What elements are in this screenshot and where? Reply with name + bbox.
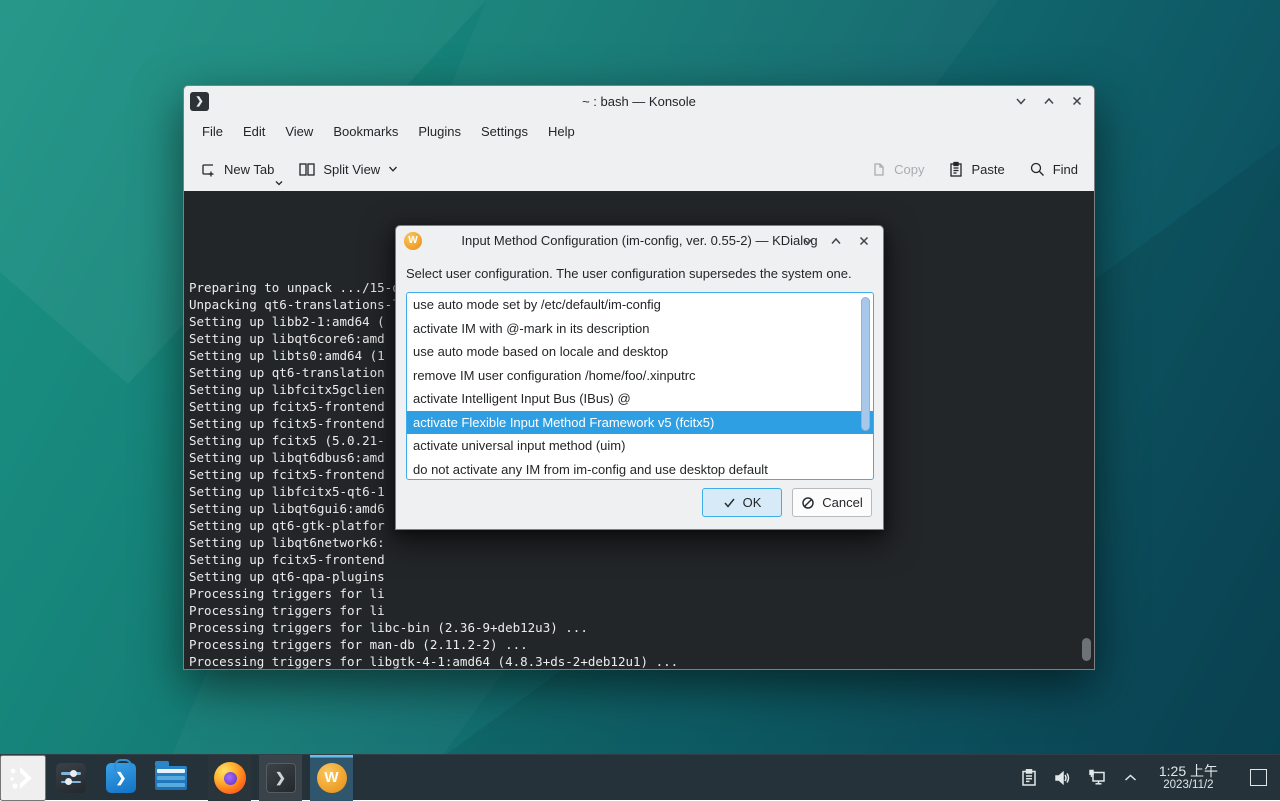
folder-icon <box>155 766 187 790</box>
search-icon <box>1029 161 1046 178</box>
menubar: FileEditViewBookmarksPluginsSettingsHelp <box>184 116 1094 147</box>
chevron-up-icon <box>1042 94 1056 108</box>
dialog-titlebar[interactable]: W Input Method Configuration (im-config,… <box>396 226 883 255</box>
display-icon <box>1087 768 1107 787</box>
cancel-button[interactable]: Cancel <box>792 488 872 517</box>
list-scrollbar[interactable] <box>861 297 870 431</box>
menu-item[interactable]: Help <box>538 119 585 144</box>
new-tab-label: New Tab <box>224 162 274 177</box>
menu-item[interactable]: Edit <box>233 119 275 144</box>
show-desktop-button[interactable] <box>1246 763 1270 793</box>
clipboard-icon <box>1020 768 1038 787</box>
chevron-down-icon <box>387 164 399 174</box>
split-view-icon <box>298 162 316 177</box>
task-im-config[interactable]: W <box>310 755 353 801</box>
expand-tray-button[interactable] <box>1117 763 1145 793</box>
firefox-icon <box>214 762 246 794</box>
clipboard-tray-button[interactable] <box>1015 763 1043 793</box>
system-settings-icon <box>56 763 86 793</box>
chevron-up-icon <box>829 234 843 248</box>
find-button[interactable]: Find <box>1025 155 1082 184</box>
terminal-line: Setting up qt6-qpa-plugins <box>189 568 1089 585</box>
cancel-label: Cancel <box>822 495 862 510</box>
terminal-line: Processing triggers for li <box>189 585 1089 602</box>
window-title: ~ : bash — Konsole <box>184 94 1094 109</box>
list-item[interactable]: activate IM with @-mark in its descripti… <box>407 317 873 341</box>
volume-icon <box>1053 769 1072 787</box>
ok-button[interactable]: OK <box>702 488 782 517</box>
dialog-minimize-button[interactable] <box>797 230 819 252</box>
cancel-icon <box>801 496 815 510</box>
volume-tray-button[interactable] <box>1049 763 1077 793</box>
toolbar: New Tab Split View Copy Paste Find <box>184 147 1094 191</box>
discover-icon: ❯ <box>106 763 136 793</box>
terminal-line: Setting up fcitx5-frontend <box>189 551 1089 568</box>
split-view-button[interactable]: Split View <box>294 156 403 183</box>
check-icon <box>723 496 736 509</box>
find-label: Find <box>1053 162 1078 177</box>
terminal-line: Processing triggers for li <box>189 602 1089 619</box>
chevron-down-icon <box>801 234 815 248</box>
task-konsole[interactable]: ❯ <box>259 755 302 801</box>
chevron-down-icon <box>274 179 284 187</box>
menu-item[interactable]: Bookmarks <box>323 119 408 144</box>
discover-launcher[interactable]: ❯ <box>96 755 146 801</box>
list-item[interactable]: use auto mode set by /etc/default/im-con… <box>407 293 873 317</box>
terminal-scrollbar[interactable] <box>1082 638 1091 661</box>
konsole-icon: ❯ <box>190 92 209 111</box>
paste-label: Paste <box>971 162 1004 177</box>
close-button[interactable] <box>1066 90 1088 112</box>
terminal-line: Setting up libqt6network6: <box>189 534 1089 551</box>
paste-button[interactable]: Paste <box>944 155 1008 184</box>
app-launcher-icon <box>8 765 38 791</box>
split-view-label: Split View <box>323 162 380 177</box>
list-item[interactable]: do not activate any IM from im-config an… <box>407 458 873 481</box>
list-item[interactable]: use auto mode based on locale and deskto… <box>407 340 873 364</box>
dialog-maximize-button[interactable] <box>825 230 847 252</box>
close-icon <box>857 234 871 248</box>
system-settings-launcher[interactable] <box>46 755 96 801</box>
system-tray: 1:25 上午 2023/11/2 <box>1015 763 1280 793</box>
chevron-down-icon <box>1014 94 1028 108</box>
task-firefox[interactable] <box>208 755 251 801</box>
menu-item[interactable]: View <box>275 119 323 144</box>
dialog-close-button[interactable] <box>853 230 875 252</box>
menu-item[interactable]: Plugins <box>408 119 471 144</box>
paste-icon <box>948 161 964 178</box>
im-config-icon: W <box>404 232 422 250</box>
copy-label: Copy <box>894 162 924 177</box>
digital-clock[interactable]: 1:25 上午 2023/11/2 <box>1159 763 1218 792</box>
list-item[interactable]: activate Intelligent Input Bus (IBus) @ <box>407 387 873 411</box>
new-tab-icon <box>200 161 217 178</box>
minimize-button[interactable] <box>1010 90 1032 112</box>
dialog-message: Select user configuration. The user conf… <box>406 266 852 281</box>
im-config-icon: W <box>317 763 347 793</box>
new-tab-button[interactable]: New Tab <box>196 155 278 184</box>
list-item[interactable]: remove IM user configuration /home/foo/.… <box>407 364 873 388</box>
ok-label: OK <box>743 495 762 510</box>
im-config-dialog: W Input Method Configuration (im-config,… <box>395 225 884 530</box>
copy-button[interactable]: Copy <box>866 155 928 184</box>
file-manager-launcher[interactable] <box>146 755 196 801</box>
menu-item[interactable]: File <box>192 119 233 144</box>
close-icon <box>1070 94 1084 108</box>
konsole-titlebar[interactable]: ❯ ~ : bash — Konsole <box>184 86 1094 116</box>
app-launcher-button[interactable] <box>0 755 46 801</box>
terminal-line: Processing triggers for libgtk-4-1:amd64… <box>189 653 1089 669</box>
menu-item[interactable]: Settings <box>471 119 538 144</box>
show-desktop-icon <box>1250 769 1267 786</box>
chevron-up-icon <box>1123 772 1138 784</box>
display-tray-button[interactable] <box>1083 763 1111 793</box>
clock-date: 2023/11/2 <box>1159 779 1218 792</box>
konsole-icon: ❯ <box>266 763 296 793</box>
terminal-line: Processing triggers for libc-bin (2.36-9… <box>189 619 1089 636</box>
copy-icon <box>870 161 887 178</box>
terminal-line: Processing triggers for man-db (2.11.2-2… <box>189 636 1089 653</box>
taskbar: ❯ ❯ W 1:25 上午 2023/11/2 <box>0 754 1280 800</box>
im-list: use auto mode set by /etc/default/im-con… <box>406 292 874 480</box>
maximize-button[interactable] <box>1038 90 1060 112</box>
list-item[interactable]: activate Flexible Input Method Framework… <box>407 411 873 435</box>
clock-time: 1:25 上午 <box>1159 763 1218 779</box>
list-item[interactable]: activate universal input method (uim) <box>407 434 873 458</box>
